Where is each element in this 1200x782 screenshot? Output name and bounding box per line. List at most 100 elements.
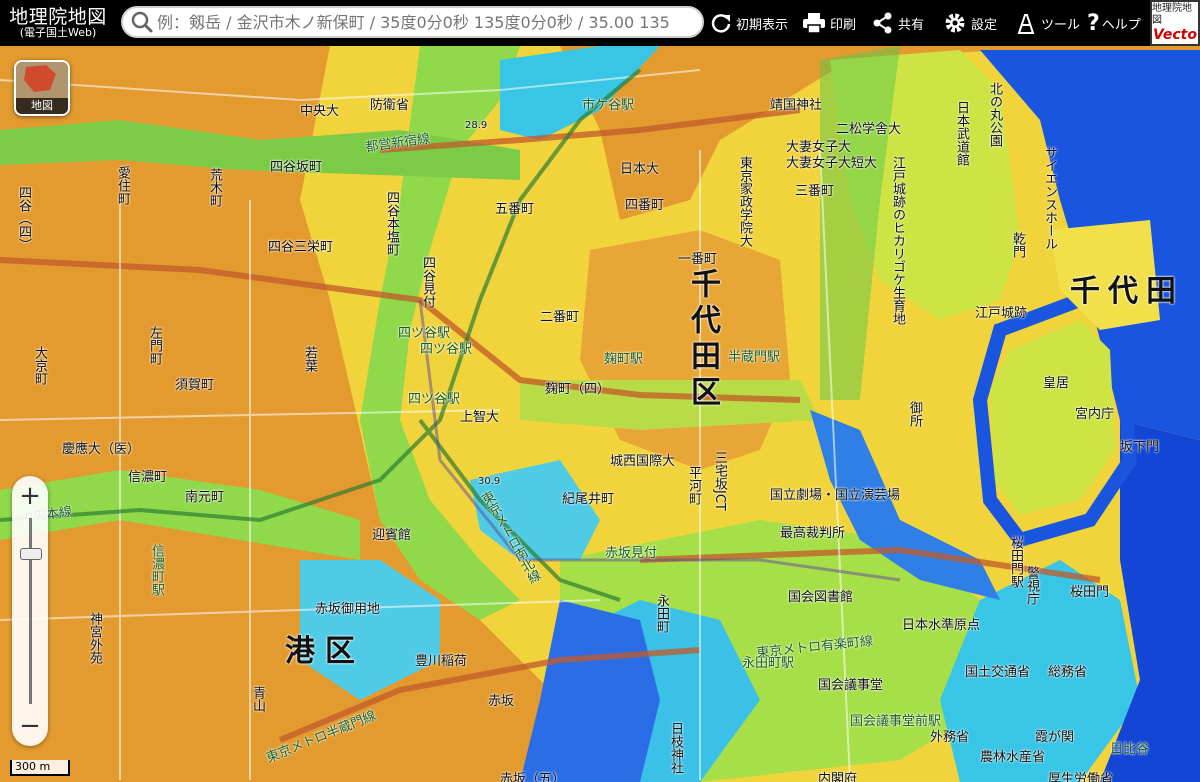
zoom-out-button[interactable]: − <box>12 708 48 744</box>
map-label-national-diet-library: 国会図書館 <box>788 590 854 605</box>
map-view[interactable]: 千代田区 港区 千代田 四谷坂町 四谷三栄町 四谷本塩町 四谷見付 五番町 四番… <box>0 46 1200 782</box>
zoom-control: + − <box>12 476 48 746</box>
map-label-minamimoto: 南元町 <box>185 490 225 505</box>
map-label-yotsuya-4: 四谷（四） <box>16 186 31 251</box>
map-label-ichigaya-station: 市ケ谷駅 <box>582 98 635 113</box>
map-label-kokkai-mae-station: 国会議事堂前駅 <box>850 714 942 729</box>
question-icon: ? <box>1087 10 1100 36</box>
map-label-wakaba: 若葉 <box>302 346 317 372</box>
map-label-kasumigaseki: 霞が関 <box>1035 730 1075 745</box>
map-label-sophia-univ: 上智大 <box>460 410 500 425</box>
map-label-yotsuya-sanei: 四谷三栄町 <box>268 240 334 255</box>
map-label-josai-univ: 城西国際大 <box>610 454 676 469</box>
map-label-shinanomachi-station: 信濃町駅 <box>149 544 164 596</box>
refresh-icon <box>711 14 731 33</box>
printer-icon <box>803 13 825 34</box>
map-label-yotsuya-station-2: 四ツ谷駅 <box>420 342 473 357</box>
map-label-science-hall: サイエンスホール <box>1042 146 1057 250</box>
map-label-elevation-309: 30.9 <box>478 476 501 487</box>
map-label-diet-building: 国会議事堂 <box>818 678 884 693</box>
logo-bottom-text: Vecto <box>1153 27 1197 43</box>
map-label-otsuma-junior: 大妻女子大短大 <box>786 156 878 171</box>
gear-icon <box>945 13 965 33</box>
map-label-maff: 農林水産省 <box>980 750 1046 765</box>
map-label-soumu: 総務省 <box>1048 665 1088 680</box>
map-label-sakuradamon: 桜田門 <box>1070 585 1110 600</box>
map-label-akasaka-mitsuke: 赤坂見付 <box>605 546 658 561</box>
top-bar: 地理院地図 (電子国土Web) 初期表示 印刷 共有 設定 ツール ? ヘルプ … <box>0 0 1200 46</box>
app-subtitle: (電子国土Web) <box>19 26 97 39</box>
map-label-sugacho: 須賀町 <box>175 378 215 393</box>
map-label-kojimachi-station: 麹町駅 <box>604 352 644 367</box>
map-label-ministry-of-defense: 防衛省 <box>370 98 410 113</box>
map-label-hikarigoke: 江戸城跡のヒカリゴケ生育地 <box>890 156 905 325</box>
map-label-nihon-univ: 日本大 <box>620 162 660 177</box>
search-box[interactable] <box>121 6 704 38</box>
map-label-national-theatre: 国立劇場・国立演芸場 <box>770 488 901 503</box>
map-label-toyokawa-inari: 豊川稲荷 <box>415 654 468 669</box>
map-label-kitanomaru-park: 北の丸公園 <box>987 82 1002 147</box>
search-input[interactable] <box>155 11 699 33</box>
zoom-slider-handle[interactable] <box>20 548 42 560</box>
map-label-ichibancho: 一番町 <box>678 252 718 267</box>
map-label-inuimon: 乾門 <box>1010 232 1025 258</box>
map-label-geihinkan: 迎賓館 <box>372 528 412 543</box>
map-label-keishicho: 警視庁 <box>1024 566 1039 605</box>
reset-view-label: 初期表示 <box>736 17 789 33</box>
map-label-cabinet-office: 内閣府 <box>818 772 858 782</box>
map-label-imperial-household: 宮内庁 <box>1075 407 1115 422</box>
layer-toggle-button[interactable]: 地図 <box>14 60 70 116</box>
map-label-daikyocho: 大京町 <box>32 346 47 385</box>
layer-button-label: 地図 <box>16 98 68 114</box>
map-label-arakicho: 荒木町 <box>207 168 222 207</box>
map-label-gosho: 御所 <box>907 401 922 427</box>
tools-button[interactable]: ツール <box>1015 0 1080 46</box>
map-label-aizumicho: 愛住町 <box>115 166 130 205</box>
map-label-sakashitamon: 坂下門 <box>1120 440 1160 455</box>
print-label: 印刷 <box>830 17 857 33</box>
map-label-nibancho: 二番町 <box>540 310 580 325</box>
map-label-samoncho: 左門町 <box>147 326 162 365</box>
map-label-miyakezaka-jct: 三宅坂JCT <box>712 451 727 511</box>
map-label-mlit: 国土交通省 <box>965 665 1031 680</box>
map-label-edo-castle: 江戸城跡 <box>975 306 1028 321</box>
map-label-sanbancho: 三番町 <box>795 184 835 199</box>
help-button[interactable]: ? ヘルプ <box>1087 0 1141 46</box>
settings-button[interactable]: 設定 <box>943 0 997 46</box>
map-label-akasaka: 赤坂 <box>488 694 515 709</box>
logo-top-text: 地理院地図 <box>1152 3 1192 26</box>
map-label-akasaka-gyoyochi: 赤坂御用地 <box>315 602 381 617</box>
map-label-supreme-court: 最高裁判所 <box>780 526 846 541</box>
map-label-akasaka-5: 赤坂（五） <box>500 772 566 782</box>
tools-label: ツール <box>1041 17 1081 33</box>
map-label-hirakawacho: 平河町 <box>686 466 701 505</box>
zoom-slider-track[interactable] <box>29 518 32 704</box>
vector-logo[interactable]: 地理院地図 Vecto <box>1150 0 1200 46</box>
map-label-yotsuya-honshio: 四谷本塩町 <box>384 191 399 256</box>
map-label-tokyo-kasei: 東京家政学院大 <box>737 156 752 247</box>
map-label-mofa: 外務省 <box>930 730 970 745</box>
settings-label: 設定 <box>971 17 998 33</box>
map-label-yonbancho: 四番町 <box>625 198 665 213</box>
print-button[interactable]: 印刷 <box>802 0 856 46</box>
zoom-in-button[interactable]: + <box>12 478 48 514</box>
map-label-chiyoda-right: 千代田 <box>1070 274 1184 309</box>
scale-bar: 300 m <box>10 760 70 776</box>
map-label-keio-med: 慶應大（医） <box>62 442 141 457</box>
share-button[interactable]: 共有 <box>872 0 924 46</box>
map-label-gobancho: 五番町 <box>495 202 535 217</box>
map-label-yasukuni: 靖国神社 <box>770 98 823 113</box>
reset-view-button[interactable]: 初期表示 <box>710 0 788 46</box>
map-label-kioicho: 紀尾井町 <box>562 492 615 507</box>
map-label-imperial-palace: 皇居 <box>1043 376 1070 391</box>
tools-icon <box>1017 14 1035 34</box>
app-brand[interactable]: 地理院地図 (電子国土Web) <box>0 0 116 46</box>
help-label: ヘルプ <box>1101 17 1141 33</box>
map-label-elevation-289: 28.9 <box>465 120 488 131</box>
map-label-yotsuya-mitsuke: 四谷見付 <box>420 256 435 308</box>
map-label-kojimachi: 麹町（四） <box>545 382 611 397</box>
map-label-mhlw: 厚生労働省 <box>1048 772 1114 782</box>
map-label-yotsuya-sakacho: 四谷坂町 <box>270 160 323 175</box>
app-title: 地理院地図 <box>9 6 107 28</box>
map-label-shinanomachi: 信濃町 <box>128 470 168 485</box>
